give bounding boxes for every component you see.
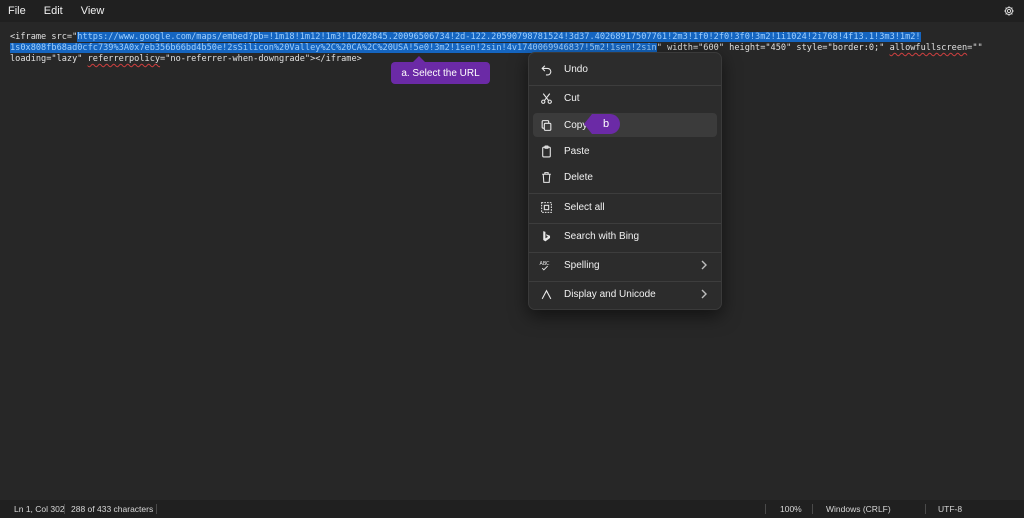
context-divider bbox=[529, 193, 721, 194]
context-paste-label: Paste bbox=[564, 145, 590, 157]
cursor-position[interactable]: Ln 1, Col 302 bbox=[14, 500, 65, 518]
svg-text:ABC: ABC bbox=[540, 260, 551, 266]
context-display-unicode[interactable]: Display and Unicode bbox=[533, 282, 717, 306]
bing-icon bbox=[539, 229, 553, 243]
caret-icon bbox=[539, 287, 553, 301]
code-allowfullscreen: allowfullscreen bbox=[889, 43, 968, 53]
encoding[interactable]: UTF-8 bbox=[938, 500, 962, 518]
context-paste[interactable]: Paste bbox=[533, 139, 717, 163]
menu-file[interactable]: File bbox=[0, 0, 35, 22]
context-spelling-label: Spelling bbox=[564, 259, 600, 271]
context-cut-label: Cut bbox=[564, 92, 580, 104]
editor-text[interactable]: <iframe src="https://www.google.com/maps… bbox=[10, 32, 1020, 65]
gear-icon bbox=[1004, 6, 1014, 16]
callout-copy-step: b bbox=[584, 114, 620, 134]
code-line1-prefix: <iframe src=" bbox=[10, 32, 78, 42]
callout-select-url: a. Select the URL bbox=[391, 56, 490, 84]
trash-icon bbox=[539, 170, 553, 184]
context-search-bing-label: Search with Bing bbox=[564, 230, 640, 242]
line-ending[interactable]: Windows (CRLF) bbox=[826, 500, 891, 518]
context-menu: Undo Cut Copy Paste Delete Select all Se… bbox=[528, 52, 722, 310]
context-display-unicode-label: Display and Unicode bbox=[564, 288, 656, 300]
chevron-right-icon bbox=[699, 288, 709, 300]
status-divider bbox=[156, 504, 157, 514]
status-divider bbox=[925, 504, 926, 514]
context-select-all-label: Select all bbox=[564, 201, 605, 213]
status-divider bbox=[64, 504, 65, 514]
spell-check-icon: ABC bbox=[539, 258, 553, 272]
selected-url-part1: https://www.google.com/maps/embed?pb=!1m… bbox=[77, 32, 921, 42]
context-cut[interactable]: Cut bbox=[533, 86, 717, 110]
menu-view[interactable]: View bbox=[72, 0, 114, 22]
menu-bar: File Edit View bbox=[0, 0, 1024, 22]
context-spelling[interactable]: ABC Spelling bbox=[533, 253, 717, 277]
menu-edit[interactable]: Edit bbox=[35, 0, 72, 22]
context-delete[interactable]: Delete bbox=[533, 165, 717, 189]
context-undo[interactable]: Undo bbox=[533, 57, 717, 81]
clipboard-icon bbox=[539, 144, 553, 158]
status-bar: Ln 1, Col 302 288 of 433 characters 100%… bbox=[0, 500, 1024, 518]
code-referrerpolicy: referrerpolicy bbox=[87, 54, 161, 64]
context-delete-label: Delete bbox=[564, 171, 593, 183]
select-all-icon bbox=[539, 200, 553, 214]
code-line3-end: ="no-referrer-when-downgrade"></iframe> bbox=[160, 54, 362, 64]
status-divider bbox=[812, 504, 813, 514]
scissors-icon bbox=[539, 91, 553, 105]
code-line3-prefix: loading="lazy" bbox=[10, 54, 88, 64]
context-select-all[interactable]: Select all bbox=[533, 195, 717, 219]
status-divider bbox=[765, 504, 766, 514]
context-copy[interactable]: Copy bbox=[533, 113, 717, 137]
text-editor[interactable]: <iframe src="https://www.google.com/maps… bbox=[0, 22, 1024, 500]
zoom-level[interactable]: 100% bbox=[780, 500, 802, 518]
undo-icon bbox=[539, 62, 553, 76]
context-search-bing[interactable]: Search with Bing bbox=[533, 224, 717, 248]
code-line2-end: ="" bbox=[967, 43, 983, 53]
context-undo-label: Undo bbox=[564, 63, 588, 75]
copy-icon bbox=[539, 118, 553, 132]
settings-button[interactable] bbox=[1000, 2, 1018, 20]
chevron-right-icon bbox=[699, 259, 709, 271]
character-count: 288 of 433 characters bbox=[71, 504, 154, 514]
